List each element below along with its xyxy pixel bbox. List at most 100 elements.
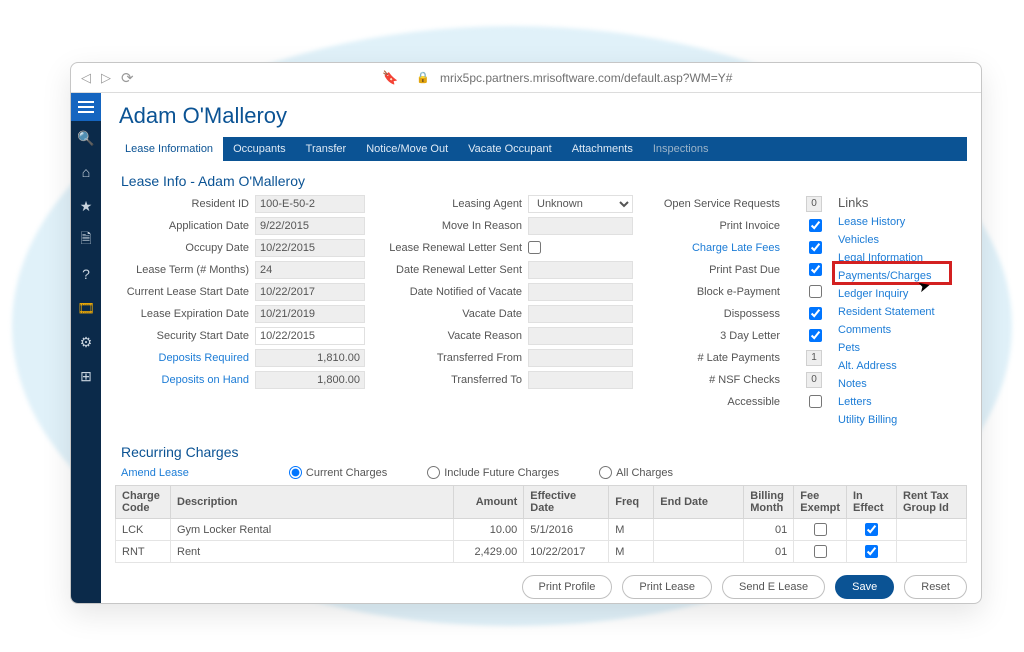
radio-include-future[interactable]: Include Future Charges: [427, 466, 559, 479]
home-icon[interactable]: ⌂: [71, 155, 101, 189]
input-lease-expiration[interactable]: [255, 305, 365, 323]
input-vacate-reason[interactable]: [528, 327, 633, 345]
checkbox-fee-exempt[interactable]: [814, 523, 827, 536]
checkbox-in-effect[interactable]: [865, 523, 878, 536]
link-deposits-on-hand[interactable]: Deposits on Hand: [115, 374, 255, 386]
link-comments[interactable]: Comments: [838, 324, 967, 336]
link-payments-charges[interactable]: Payments/Charges: [838, 270, 967, 282]
tab-occupants[interactable]: Occupants: [223, 137, 296, 161]
link-lease-history[interactable]: Lease History: [838, 216, 967, 228]
checkbox-print-past-due[interactable]: [809, 263, 822, 276]
film-icon[interactable]: 🎞: [71, 291, 101, 325]
checkbox-charge-late-fees[interactable]: [809, 241, 822, 254]
link-resident-statement[interactable]: Resident Statement: [838, 306, 967, 318]
page-title: Adam O'Malleroy: [119, 103, 967, 129]
col-rent-tax-group: Rent Tax Group Id: [897, 486, 967, 519]
cell-code: LCK: [116, 519, 171, 541]
link-ledger-inquiry[interactable]: Ledger Inquiry: [838, 288, 967, 300]
save-button[interactable]: Save: [835, 575, 894, 599]
link-vehicles[interactable]: Vehicles: [838, 234, 967, 246]
input-security-start[interactable]: [255, 327, 365, 345]
tab-lease-information[interactable]: Lease Information: [115, 137, 223, 161]
recurring-charges-table: Charge Code Description Amount Effective…: [115, 485, 967, 563]
value-nsf-checks: 0: [806, 372, 822, 388]
label-open-service-requests: Open Service Requests: [646, 198, 786, 210]
label-transferred-to: Transferred To: [378, 374, 528, 386]
cell-eff: 5/1/2016: [524, 519, 609, 541]
tab-vacate-occupant[interactable]: Vacate Occupant: [458, 137, 562, 161]
checkbox-3-day-letter[interactable]: [809, 329, 822, 342]
checkbox-accessible[interactable]: [809, 395, 822, 408]
link-legal-information[interactable]: Legal Information: [838, 252, 967, 264]
reload-icon[interactable]: ⟳: [121, 69, 134, 87]
radio-current-charges[interactable]: Current Charges: [289, 466, 387, 479]
link-utility-billing[interactable]: Utility Billing: [838, 414, 967, 426]
table-row[interactable]: LCK Gym Locker Rental 10.00 5/1/2016 M 0…: [116, 519, 967, 541]
checkbox-renewal-letter-sent[interactable]: [528, 241, 541, 254]
col-billing-month: Billing Month: [744, 486, 794, 519]
link-charge-late-fees[interactable]: Charge Late Fees: [646, 242, 786, 254]
tab-attachments[interactable]: Attachments: [562, 137, 643, 161]
checkbox-print-invoice[interactable]: [809, 219, 822, 232]
value-late-payments: 1: [806, 350, 822, 366]
input-lease-term[interactable]: [255, 261, 365, 279]
send-e-lease-button[interactable]: Send E Lease: [722, 575, 825, 599]
label-nsf-checks: # NSF Checks: [646, 374, 786, 386]
cell-freq: M: [609, 541, 654, 563]
cell-desc: Rent: [171, 541, 454, 563]
search-icon[interactable]: 🔍: [71, 121, 101, 155]
value-deposits-on-hand: [255, 371, 365, 389]
menu-icon[interactable]: [71, 93, 101, 121]
print-lease-button[interactable]: Print Lease: [622, 575, 712, 599]
label-3-day-letter: 3 Day Letter: [646, 330, 786, 342]
label-application-date: Application Date: [115, 220, 255, 232]
input-resident-id[interactable]: [255, 195, 365, 213]
checkbox-fee-exempt[interactable]: [814, 545, 827, 558]
tab-notice-move-out[interactable]: Notice/Move Out: [356, 137, 458, 161]
checkbox-in-effect[interactable]: [865, 545, 878, 558]
cell-eff: 10/22/2017: [524, 541, 609, 563]
input-application-date[interactable]: [255, 217, 365, 235]
select-leasing-agent[interactable]: Unknown: [528, 195, 633, 213]
cell-amount: 10.00: [454, 519, 524, 541]
link-amend-lease[interactable]: Amend Lease: [121, 467, 189, 479]
tab-transfer[interactable]: Transfer: [296, 137, 357, 161]
forward-icon[interactable]: ▷: [101, 70, 111, 86]
reset-button[interactable]: Reset: [904, 575, 967, 599]
col-end-date: End Date: [654, 486, 744, 519]
label-move-in-reason: Move In Reason: [378, 220, 528, 232]
links-panel: Links Lease History Vehicles Legal Infor…: [838, 195, 967, 432]
input-current-lease-start[interactable]: [255, 283, 365, 301]
link-deposits-required[interactable]: Deposits Required: [115, 352, 255, 364]
document-icon[interactable]: 🗎: [71, 223, 101, 257]
cell-freq: M: [609, 519, 654, 541]
grid-icon[interactable]: ⊞: [71, 359, 101, 393]
input-date-notified-vacate[interactable]: [528, 283, 633, 301]
radio-all-charges[interactable]: All Charges: [599, 466, 673, 479]
input-move-in-reason[interactable]: [528, 217, 633, 235]
star-icon[interactable]: ★: [71, 189, 101, 223]
checkbox-dispossess[interactable]: [809, 307, 822, 320]
label-transferred-from: Transferred From: [378, 352, 528, 364]
link-alt-address[interactable]: Alt. Address: [838, 360, 967, 372]
tab-inspections: Inspections: [643, 137, 719, 161]
input-occupy-date[interactable]: [255, 239, 365, 257]
print-profile-button[interactable]: Print Profile: [522, 575, 613, 599]
input-transferred-to[interactable]: [528, 371, 633, 389]
gear-icon[interactable]: ⚙: [71, 325, 101, 359]
link-notes[interactable]: Notes: [838, 378, 967, 390]
lease-info-heading: Lease Info - Adam O'Malleroy: [121, 173, 967, 189]
link-pets[interactable]: Pets: [838, 342, 967, 354]
back-icon[interactable]: ◁: [81, 70, 91, 86]
table-row[interactable]: RNT Rent 2,429.00 10/22/2017 M 01: [116, 541, 967, 563]
link-letters[interactable]: Letters: [838, 396, 967, 408]
bookmark-icon[interactable]: 🔖: [382, 70, 398, 86]
help-icon[interactable]: ?: [71, 257, 101, 291]
input-date-renewal-letter-sent[interactable]: [528, 261, 633, 279]
col-fee-exempt: Fee Exempt: [794, 486, 847, 519]
left-rail: 🔍 ⌂ ★ 🗎 ? 🎞 ⚙ ⊞: [71, 93, 101, 603]
input-transferred-from[interactable]: [528, 349, 633, 367]
label-lease-term: Lease Term (# Months): [115, 264, 255, 276]
checkbox-block-epayment[interactable]: [809, 285, 822, 298]
input-vacate-date[interactable]: [528, 305, 633, 323]
